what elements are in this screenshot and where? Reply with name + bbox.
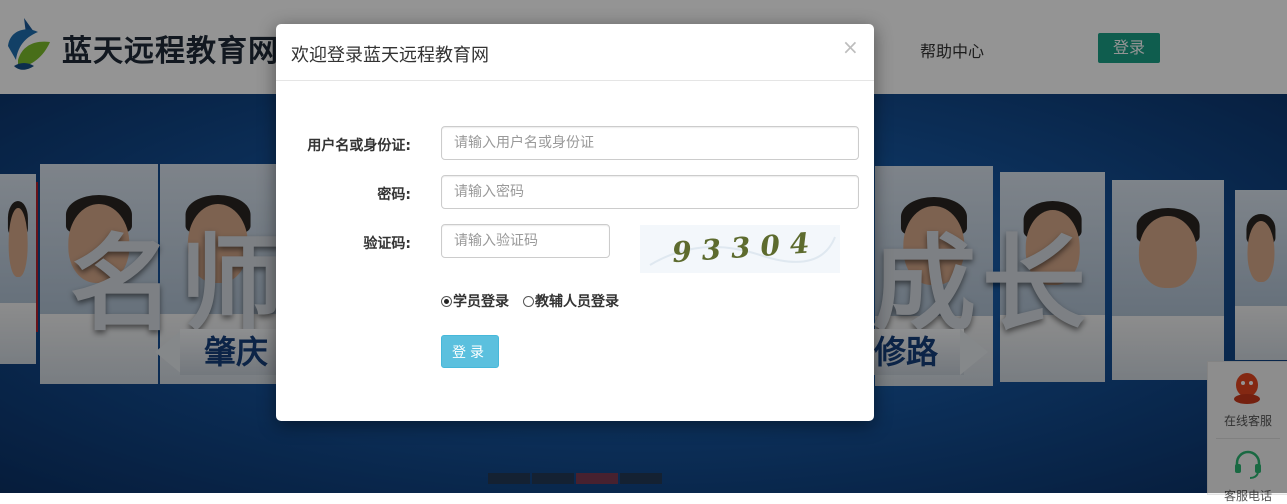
username-input[interactable]	[441, 126, 859, 160]
modal-header: 欢迎登录蓝天远程教育网 ×	[276, 24, 874, 81]
captcha-input[interactable]	[441, 224, 610, 258]
role-option-staff[interactable]: 教辅人员登录	[523, 291, 619, 311]
captcha-image[interactable]: 93304	[640, 225, 840, 273]
close-icon[interactable]: ×	[842, 37, 859, 57]
password-label: 密码:	[377, 187, 411, 203]
username-label: 用户名或身份证:	[307, 138, 411, 154]
role-radio-group: 学员登录 教辅人员登录	[441, 291, 633, 311]
modal-title: 欢迎登录蓝天远程教育网	[291, 45, 489, 66]
captcha-label: 验证码:	[363, 236, 411, 252]
password-input[interactable]	[441, 175, 859, 209]
role-option-label: 教辅人员登录	[535, 294, 619, 310]
login-submit-button[interactable]: 登录	[441, 335, 499, 368]
login-modal: 欢迎登录蓝天远程教育网 × 用户名或身份证: 密码: 验证码: 93304 学员…	[276, 24, 874, 421]
role-option-student[interactable]: 学员登录	[441, 291, 509, 311]
radio-staff[interactable]	[523, 295, 534, 307]
radio-student[interactable]	[441, 295, 452, 307]
role-option-label: 学员登录	[453, 294, 509, 310]
